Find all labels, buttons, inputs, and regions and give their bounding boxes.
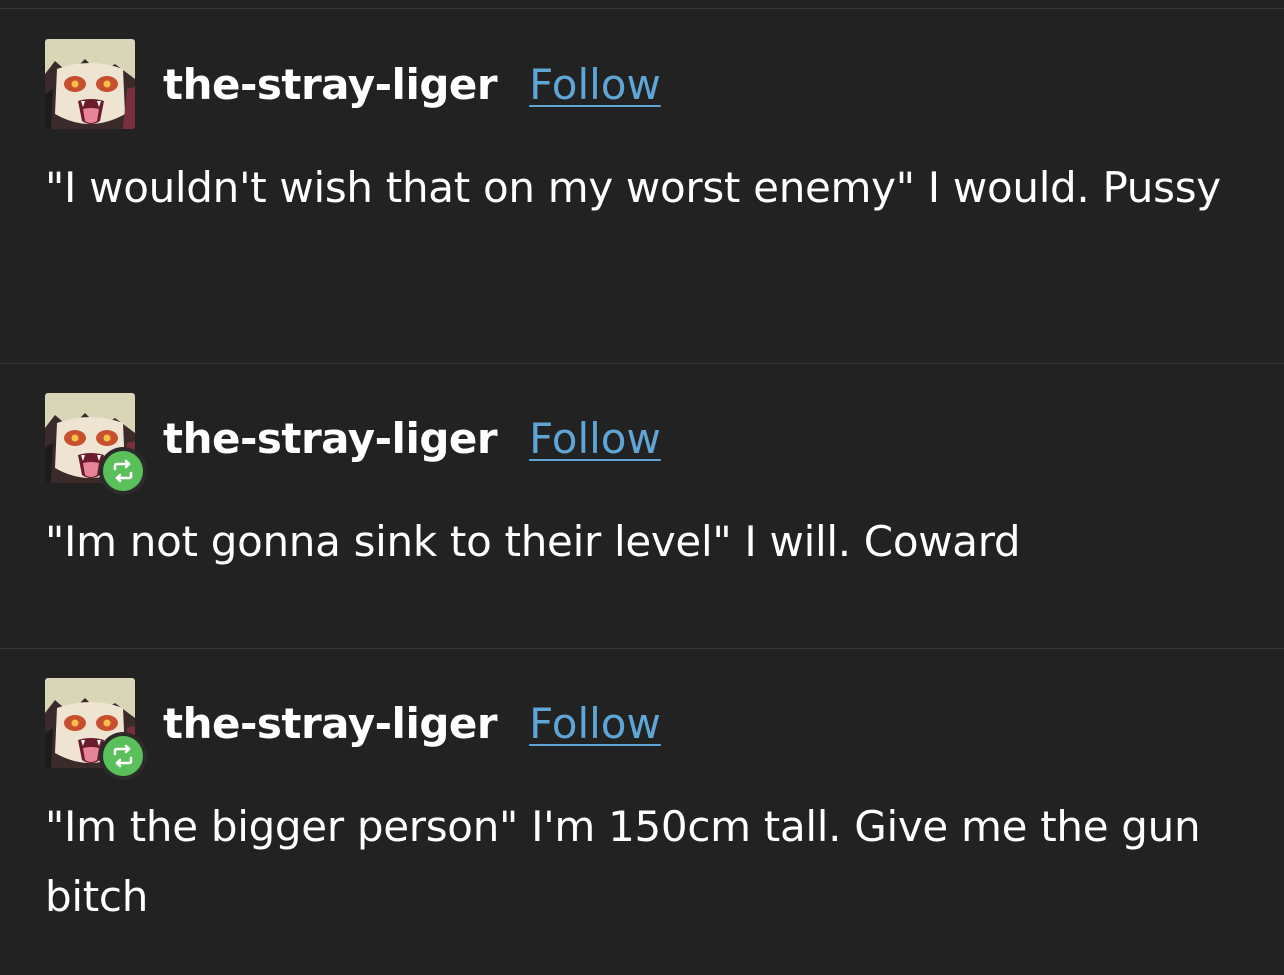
- reblog-icon: [113, 744, 133, 768]
- avatar[interactable]: [45, 393, 147, 495]
- username[interactable]: the-stray-liger: [163, 699, 498, 748]
- avatar-image: [45, 39, 135, 129]
- top-divider: [0, 8, 1284, 9]
- reblog-icon: [113, 459, 133, 483]
- post-text: "Im the bigger person" I'm 150cm tall. G…: [45, 802, 1201, 921]
- reblog-badge: [99, 732, 147, 780]
- post-header: the-stray-liger Follow: [45, 39, 661, 129]
- avatar[interactable]: [45, 678, 147, 780]
- post-text: "I wouldn't wish that on my worst enemy"…: [45, 163, 1221, 212]
- post-header: the-stray-liger Follow: [45, 678, 661, 780]
- post-divider: [0, 648, 1284, 649]
- follow-button[interactable]: Follow: [529, 699, 661, 748]
- follow-button[interactable]: Follow: [529, 60, 661, 109]
- avatar[interactable]: [45, 39, 135, 129]
- username[interactable]: the-stray-liger: [163, 60, 498, 109]
- post-header: the-stray-liger Follow: [45, 393, 661, 495]
- username[interactable]: the-stray-liger: [163, 414, 498, 463]
- follow-button[interactable]: Follow: [529, 414, 661, 463]
- post-divider: [0, 363, 1284, 364]
- reblog-badge: [99, 447, 147, 495]
- post-text: "Im not gonna sink to their level" I wil…: [45, 517, 1021, 566]
